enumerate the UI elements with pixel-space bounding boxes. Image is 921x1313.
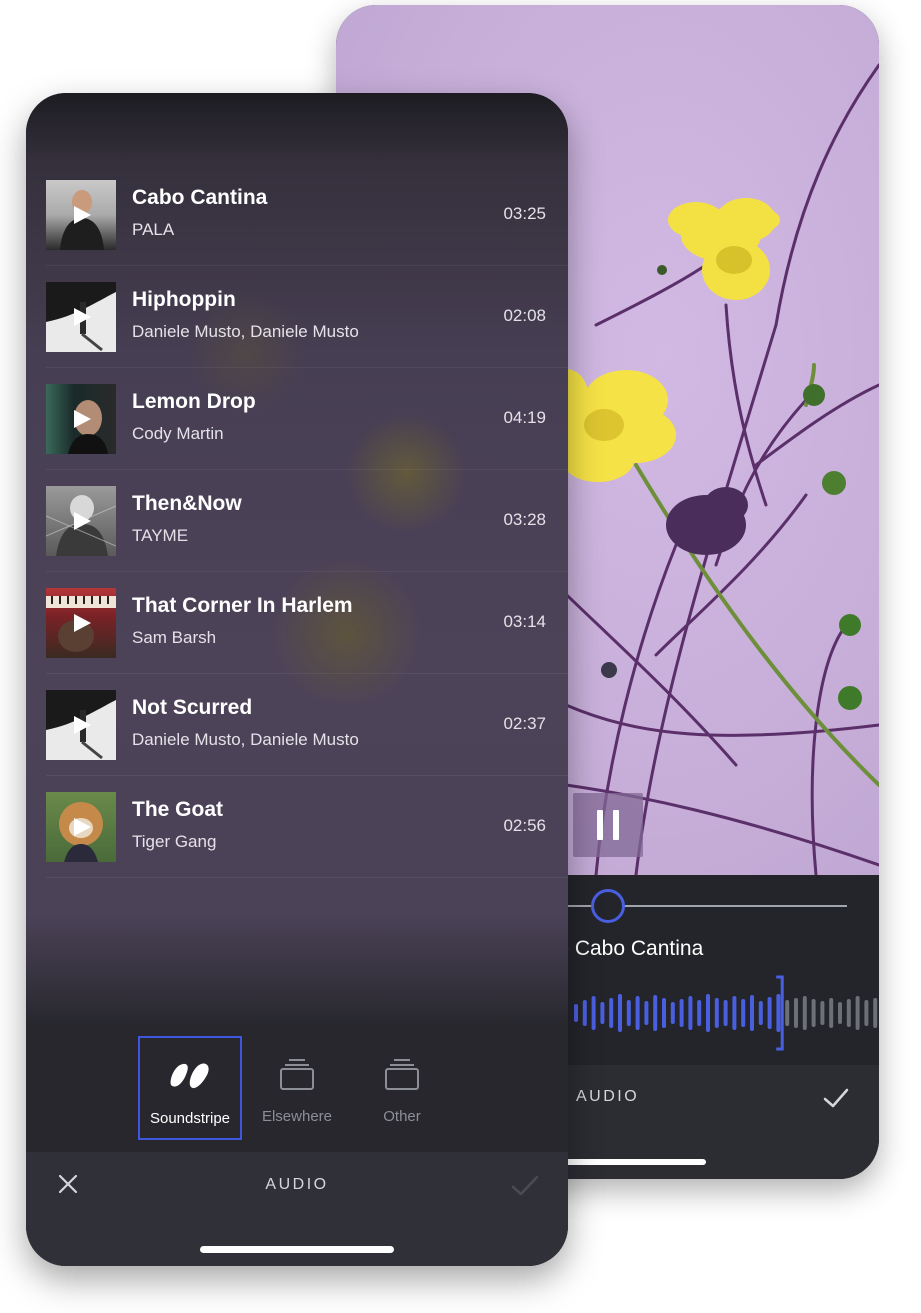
track-duration: 03:14 <box>503 612 546 631</box>
track-title: Not Scurred <box>132 696 253 719</box>
waveform-bar <box>626 1000 631 1026</box>
pause-icon <box>597 810 603 840</box>
track-duration: 02:37 <box>503 714 546 733</box>
play-icon <box>74 818 91 836</box>
play-icon <box>74 614 91 632</box>
confirm-check-icon[interactable] <box>510 1173 540 1199</box>
track-row[interactable]: Not Scurred Daniele Musto, Daniele Musto… <box>46 674 568 776</box>
waveform-bar <box>873 998 878 1028</box>
now-playing-title: - Cabo Cantina <box>562 937 704 960</box>
track-row[interactable]: The Goat Tiger Gang 02:56 <box>46 776 568 878</box>
play-icon <box>74 308 91 326</box>
track-artist: Daniele Musto, Daniele Musto <box>132 730 359 749</box>
waveform-bar <box>591 996 596 1030</box>
pause-button[interactable] <box>573 793 643 857</box>
source-tab-elsewhere[interactable]: Elsewhere <box>245 1036 349 1140</box>
stack-icon <box>279 1054 315 1094</box>
waveform-bar <box>802 996 807 1030</box>
waveform-bar <box>609 998 614 1028</box>
source-tab-other[interactable]: Other <box>350 1036 454 1140</box>
track-artwork[interactable] <box>46 690 116 760</box>
track-duration: 02:56 <box>503 816 546 835</box>
waveform-bar <box>732 996 737 1030</box>
source-tab-label: Elsewhere <box>261 1108 333 1125</box>
confirm-check-icon[interactable] <box>821 1083 851 1113</box>
track-title: That Corner In Harlem <box>132 594 353 617</box>
back-footer-title: AUDIO <box>576 1088 640 1105</box>
waveform-bar <box>855 996 860 1030</box>
track-artist: Sam Barsh <box>132 628 217 647</box>
source-tab-label: Soundstripe <box>149 1110 231 1127</box>
waveform-bar <box>670 1002 675 1024</box>
track-artwork[interactable] <box>46 282 116 352</box>
track-duration: 02:08 <box>503 306 546 325</box>
waveform-bar <box>820 1001 825 1025</box>
waveform-bar <box>723 1000 728 1026</box>
track-artwork[interactable] <box>46 180 116 250</box>
track-title: Lemon Drop <box>132 390 256 413</box>
play-icon <box>74 512 91 530</box>
track-artwork[interactable] <box>46 384 116 454</box>
track-duration: 03:28 <box>503 510 546 529</box>
front-phone-screen: Cabo Cantina PALA 03:25 Hiphoppin Daniel… <box>26 93 568 1266</box>
track-row[interactable]: Then&Now TAYME 03:28 <box>46 470 568 572</box>
track-list: Cabo Cantina PALA 03:25 Hiphoppin Daniel… <box>46 164 568 878</box>
track-artwork[interactable] <box>46 486 116 556</box>
source-tab-label: Other <box>383 1108 421 1125</box>
track-row[interactable]: Hiphoppin Daniele Musto, Daniele Musto 0… <box>46 266 568 368</box>
track-artist: Daniele Musto, Daniele Musto <box>132 322 359 341</box>
waveform-bar <box>846 999 851 1027</box>
stack-icon <box>384 1054 420 1094</box>
waveform-bar <box>864 1000 869 1026</box>
waveform-bar <box>582 1000 587 1026</box>
waveform-bar <box>714 998 719 1028</box>
track-artist: Cody Martin <box>132 424 224 443</box>
track-row[interactable]: That Corner In Harlem Sam Barsh 03:14 <box>46 572 568 674</box>
waveform-bar <box>741 999 746 1027</box>
waveform-bar <box>600 1002 605 1024</box>
track-duration: 04:19 <box>503 408 546 427</box>
audio-waveform[interactable] <box>566 973 879 1053</box>
play-icon <box>74 206 91 224</box>
track-title: Cabo Cantina <box>132 186 268 209</box>
waveform-bar <box>750 995 754 1031</box>
home-indicator <box>200 1246 394 1253</box>
waveform-bar <box>644 1001 649 1025</box>
track-artwork[interactable] <box>46 792 116 862</box>
waveform-bar <box>653 995 658 1031</box>
waveform-bar <box>706 994 710 1032</box>
track-artwork[interactable] <box>46 588 116 658</box>
track-row[interactable]: Lemon Drop Cody Martin 04:19 <box>46 368 568 470</box>
waveform-bar <box>785 1000 790 1026</box>
waveform-bar <box>662 998 666 1028</box>
source-tab-soundstripe[interactable]: Soundstripe <box>138 1036 242 1140</box>
waveform-bar <box>697 1000 702 1026</box>
soundstripe-logo-icon <box>167 1056 213 1096</box>
waveform-bar <box>767 997 772 1029</box>
track-artist: TAYME <box>132 526 189 545</box>
waveform-bar <box>811 999 816 1027</box>
front-footer-title: AUDIO <box>265 1176 329 1193</box>
play-icon <box>74 716 91 734</box>
waveform-bar <box>679 999 684 1027</box>
track-title: Then&Now <box>132 492 242 515</box>
waveform-bar <box>794 998 798 1028</box>
waveform-bar <box>829 998 834 1028</box>
waveform-bar <box>758 1001 763 1025</box>
waveform-bar <box>618 994 622 1032</box>
track-artist: Tiger Gang <box>132 832 217 851</box>
track-artist: PALA <box>132 220 175 239</box>
waveform-bar <box>838 1002 842 1024</box>
waveform-bar <box>574 1004 578 1022</box>
waveform-bar <box>635 996 640 1030</box>
track-row[interactable]: Cabo Cantina PALA 03:25 <box>46 164 568 266</box>
track-duration: 03:25 <box>503 204 546 223</box>
playback-scrubber-knob[interactable] <box>591 889 625 923</box>
waveform-bar <box>776 994 781 1032</box>
play-icon <box>74 410 91 428</box>
waveform-bar <box>688 996 693 1030</box>
track-title: The Goat <box>132 798 224 821</box>
track-title: Hiphoppin <box>132 288 236 311</box>
